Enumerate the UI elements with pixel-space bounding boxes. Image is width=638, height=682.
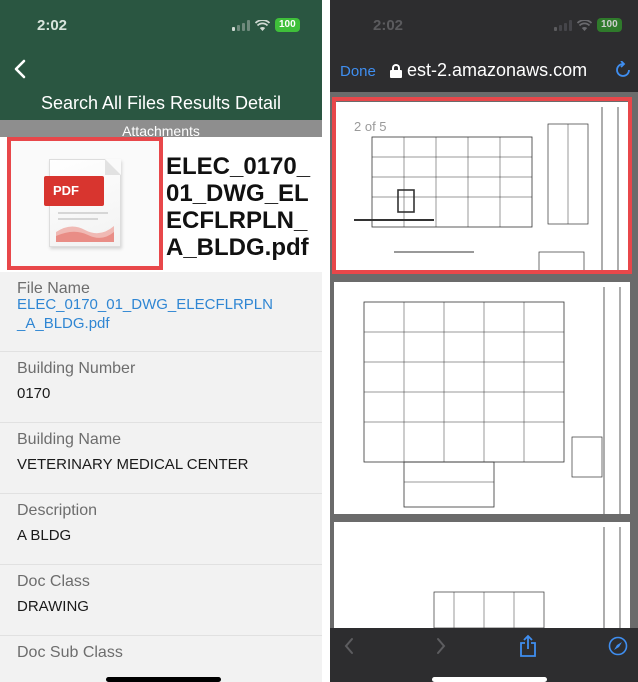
page-title: Search All Files Results Detail [40,93,282,113]
pdf-badge: PDF [44,176,104,206]
field-value: 0170 [17,385,51,402]
bottom-toolbar [330,628,638,682]
home-indicator [432,677,547,682]
url-text: est-2.amazonaws.com [407,60,588,80]
battery-indicator: 100 [275,18,300,32]
link-line: _A_BLDG.pdf [17,315,110,332]
reload-icon[interactable] [616,60,630,82]
wifi-icon [577,19,592,31]
cellular-signal-icon [232,19,250,31]
pdf-file-icon: PDF [44,159,121,247]
field-label: Description [17,502,98,519]
detail-fields-list: File Name ELEC_0170_01_DWG_ELECFLRPLN _A… [0,272,322,682]
back-button[interactable] [14,57,26,83]
app-header: 2:02 100 Search All Files Results Detail [0,0,322,120]
page-fold [105,159,121,175]
forward-arrow-icon[interactable] [436,637,446,661]
field-label: Building Number [17,360,136,377]
app-detail-screen: 2:02 100 Search All Files Results Detail… [0,0,322,682]
home-indicator [106,677,221,682]
file-title-line: ELEC_0170_ [166,153,311,180]
floor-plan-drawing [433,527,621,628]
status-time: 2:02 [373,17,404,34]
cellular-signal-icon [554,19,572,31]
file-title-line: 01_DWG_EL [166,180,309,207]
field-label: Building Name [17,431,122,448]
file-name-link[interactable]: ELEC_0170_01_DWG_ELECFLRPLN _A_BLDG.pdf [17,295,317,333]
pdf-page [334,282,630,514]
floor-plan-drawing [363,287,621,514]
field-value: DRAWING [17,598,89,615]
field-doc-class: Doc Class DRAWING [0,565,322,636]
viewer-toolbar: 2:02 100 Done est-2.amazonaws.com [330,0,638,92]
link-line: ELEC_0170_01_DWG_ELECFLRPLN [17,296,273,313]
pdf-decoration [56,226,114,242]
address-bar[interactable]: est-2.amazonaws.com [390,60,587,81]
chevron-left-icon [14,59,26,79]
page-indicator: 2 of 5 [354,119,387,134]
field-value: VETERINARY MEDICAL CENTER [17,456,249,473]
field-file-name: File Name ELEC_0170_01_DWG_ELECFLRPLN _A… [0,272,322,352]
attachments-section-header: Attachments [0,120,322,137]
pdf-page [334,522,630,628]
file-title-line: A_BLDG.pdf [166,234,309,261]
pdf-viewer-screen: 2:02 100 Done est-2.amazonaws.com 2 of 5 [330,0,638,682]
share-icon[interactable] [519,634,537,664]
file-title-line: ECFLRPLN_ [166,207,308,234]
compass-icon[interactable] [608,636,628,662]
field-value: A BLDG [17,527,72,544]
field-label: Doc Sub Class [17,644,123,661]
screenshot: 2:02 100 Search All Files Results Detail… [0,0,638,682]
status-icons: 100 [232,18,300,32]
done-button[interactable]: Done [340,63,376,80]
pdf-pages-area[interactable] [330,92,638,628]
field-description: Description A BLDG [0,494,322,565]
battery-indicator: 100 [597,18,622,32]
status-icons: 100 [554,18,622,32]
field-label: Doc Class [17,573,90,590]
field-building-number: Building Number 0170 [0,352,322,423]
wifi-icon [255,19,270,31]
back-arrow-icon[interactable] [344,637,354,661]
field-building-name: Building Name VETERINARY MEDICAL CENTER [0,423,322,494]
attachment-file-title[interactable]: ELEC_0170_ 01_DWG_EL ECFLRPLN_ A_BLDG.pd… [166,153,322,261]
status-time: 2:02 [37,17,68,34]
field-doc-sub-class: Doc Sub Class [0,636,322,682]
pdf-thumbnail[interactable]: PDF [7,137,163,270]
lock-icon [390,63,402,78]
